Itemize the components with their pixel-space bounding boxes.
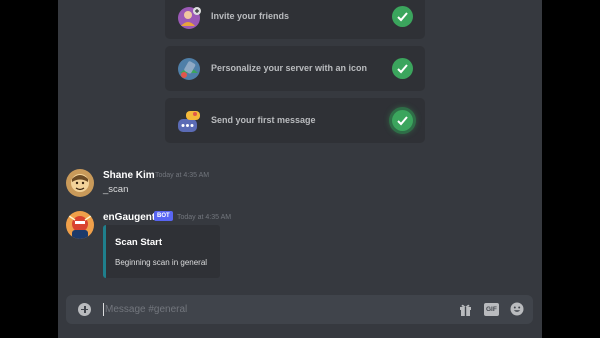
embed: Scan Start Beginning scan in general	[103, 225, 220, 278]
first-message-icon	[176, 108, 202, 134]
plus-icon[interactable]	[78, 303, 91, 316]
author-name[interactable]: enGaugent	[103, 212, 155, 223]
message-timestamp: Today at 4:35 AM	[155, 172, 210, 179]
author-name[interactable]: Shane Kim	[103, 170, 155, 181]
checklist-label: Send your first message	[211, 115, 316, 125]
embed-title: Scan Start	[115, 237, 162, 248]
checkmark-icon	[392, 110, 413, 131]
checklist-item-personalize[interactable]: Personalize your server with an icon	[165, 46, 425, 91]
checklist-item-invite[interactable]: Invite your friends	[165, 0, 425, 39]
checkmark-icon	[392, 58, 413, 79]
chat-panel: Invite your friends Personalize your ser…	[58, 0, 542, 338]
message-timestamp: Today at 4:35 AM	[177, 214, 232, 221]
message-text: _scan	[103, 184, 129, 195]
gif-button[interactable]: GIF	[484, 303, 499, 316]
checklist-item-first-message[interactable]: Send your first message	[165, 98, 425, 143]
emoji-icon[interactable]	[510, 302, 524, 316]
avatar[interactable]	[66, 169, 94, 197]
text-cursor	[103, 303, 104, 316]
avatar[interactable]	[66, 211, 94, 239]
personalize-server-icon	[176, 56, 202, 82]
message-composer: GIF	[66, 295, 533, 324]
embed-description: Beginning scan in general	[115, 258, 208, 267]
checklist-label: Invite your friends	[211, 11, 290, 21]
gift-icon[interactable]	[459, 303, 472, 316]
invite-friends-icon	[176, 4, 202, 30]
message-input[interactable]	[105, 295, 445, 324]
checkmark-icon	[392, 6, 413, 27]
bot-badge: BOT	[154, 211, 173, 221]
checklist-label: Personalize your server with an icon	[211, 63, 368, 73]
